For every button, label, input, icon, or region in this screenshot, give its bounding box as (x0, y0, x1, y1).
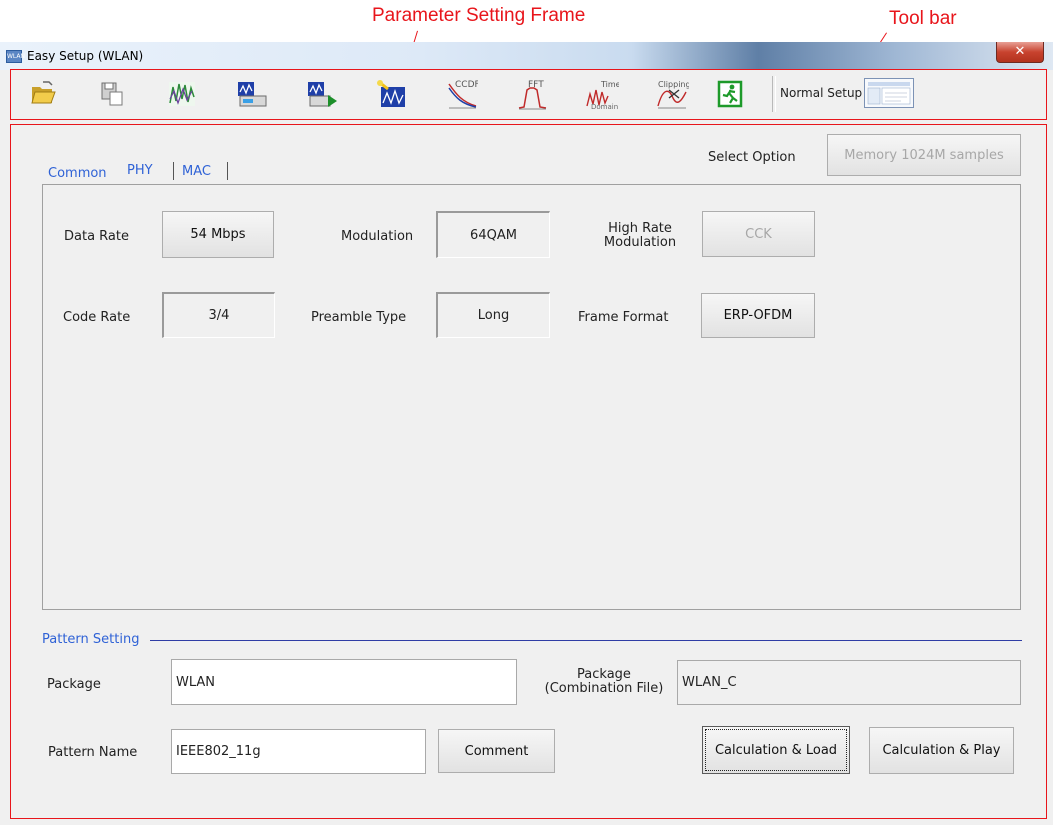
tool-bar-callout: Tool bar (889, 8, 957, 29)
window-title: Easy Setup (WLAN) (27, 49, 144, 63)
title-bar: WLAN Easy Setup (WLAN) ✕ (0, 42, 1053, 70)
tool-bar-highlight-box (10, 69, 1047, 120)
wlan-app-icon: WLAN (6, 50, 25, 63)
parameter-setting-frame-callout: Parameter Setting Frame (372, 5, 586, 26)
close-button[interactable]: ✕ (996, 42, 1044, 63)
parameter-frame-highlight-box (10, 124, 1047, 819)
